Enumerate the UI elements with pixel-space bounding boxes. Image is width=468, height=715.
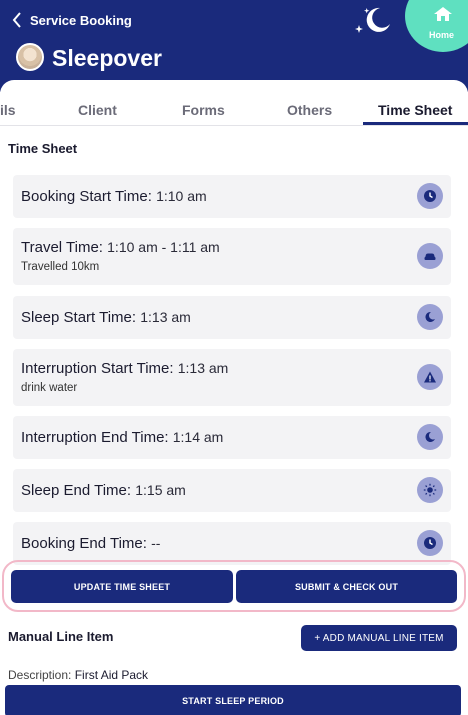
row-subtext: Travelled 10km	[21, 261, 100, 273]
tab-client[interactable]: Client	[78, 102, 117, 118]
row-label: Booking Start Time:	[21, 188, 152, 205]
description-label: Description:	[8, 668, 72, 682]
row-value: 1:10 am	[156, 188, 207, 204]
clock-icon	[417, 183, 443, 209]
home-button[interactable]: Home	[405, 0, 468, 52]
time-row-booking-end[interactable]: Booking End Time: --	[13, 522, 451, 565]
moon-stars-icon	[355, 7, 390, 33]
time-row-interruption-end[interactable]: Interruption End Time: 1:14 am	[13, 416, 451, 459]
submit-check-out-button[interactable]: SUBMIT & CHECK OUT	[236, 570, 457, 603]
tab-forms[interactable]: Forms	[182, 102, 225, 118]
row-value: 1:10 am - 1:11 am	[107, 239, 220, 255]
add-manual-line-item-button[interactable]: + ADD MANUAL LINE ITEM	[301, 625, 457, 651]
tab-others[interactable]: Others	[287, 102, 332, 118]
time-row-sleep-start[interactable]: Sleep Start Time: 1:13 am	[13, 296, 451, 339]
row-label: Interruption Start Time:	[21, 360, 174, 377]
description-line: Description: First Aid Pack	[8, 668, 148, 682]
row-value: 1:15 am	[135, 482, 186, 498]
time-row-interruption-start[interactable]: Interruption Start Time: 1:13 am drink w…	[13, 349, 451, 406]
chevron-left-icon	[12, 12, 21, 28]
row-label: Interruption End Time:	[21, 429, 169, 446]
time-row-booking-start[interactable]: Booking Start Time: 1:10 am	[13, 175, 451, 218]
tab-time-sheet[interactable]: Time Sheet	[378, 102, 452, 118]
warning-icon	[417, 364, 443, 390]
row-value: 1:13 am	[140, 309, 191, 325]
row-value: 1:13 am	[177, 360, 229, 376]
time-row-sleep-end[interactable]: Sleep End Time: 1:15 am	[13, 469, 451, 512]
tab-details[interactable]: ils	[0, 102, 16, 118]
moon-icon	[417, 304, 443, 330]
description-value: First Aid Pack	[74, 668, 149, 682]
row-label: Sleep Start Time:	[21, 309, 137, 326]
home-label: Home	[429, 30, 455, 40]
time-sheet-heading: Time Sheet	[8, 141, 78, 156]
active-tab-indicator	[363, 122, 468, 125]
avatar	[16, 43, 44, 71]
tab-bar: ils Client Forms Others Time Sheet	[0, 80, 468, 126]
clock-icon	[417, 530, 443, 556]
row-label: Travel Time:	[21, 239, 103, 256]
row-subtext: drink water	[21, 382, 78, 394]
back-button[interactable]: Service Booking	[12, 12, 132, 28]
row-label: Sleep End Time:	[21, 482, 132, 499]
page-title: Sleepover	[52, 45, 162, 71]
app-header: Service Booking Sleepover Home	[0, 0, 468, 92]
back-label: Service Booking	[30, 12, 132, 28]
moon-icon	[417, 424, 443, 450]
home-icon	[434, 7, 452, 21]
row-value: --	[151, 535, 161, 551]
sun-icon	[417, 477, 443, 503]
update-time-sheet-button[interactable]: UPDATE TIME SHEET	[11, 570, 233, 603]
car-icon	[417, 243, 443, 269]
row-value: 1:14 am	[172, 429, 224, 445]
manual-line-item-heading: Manual Line Item	[8, 629, 114, 644]
row-label: Booking End Time:	[21, 535, 147, 552]
time-row-travel[interactable]: Travel Time: 1:10 am - 1:11 am Travelled…	[13, 228, 451, 285]
start-sleep-period-button[interactable]: START SLEEP PERIOD	[5, 685, 461, 715]
